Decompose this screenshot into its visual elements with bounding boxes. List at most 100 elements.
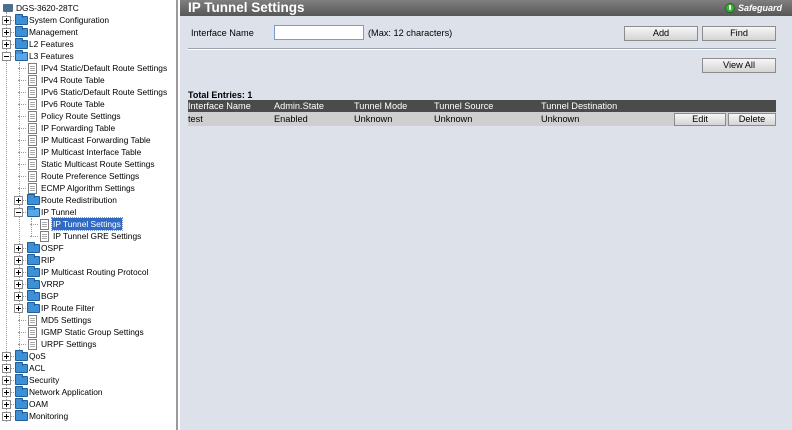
tree-item-ip-multicast-routing-protocol[interactable]: IP Multicast Routing Protocol — [0, 266, 176, 278]
tree-item-label: IP Tunnel Settings — [51, 217, 123, 231]
tree-item-ipv4-route-table[interactable]: IPv4 Route Table — [0, 74, 176, 86]
tree-item-qos[interactable]: QoS — [0, 350, 176, 362]
page-icon — [28, 171, 37, 182]
delete-button[interactable]: Delete — [728, 113, 776, 126]
tree-connector — [18, 140, 26, 141]
tree-item-ip-tunnel-settings[interactable]: IP Tunnel Settings — [0, 217, 176, 231]
safeguard-label: Safeguard — [737, 3, 782, 13]
expand-icon[interactable] — [2, 352, 11, 361]
tree-item-ip-multicast-forwarding-table[interactable]: IP Multicast Forwarding Table — [0, 134, 176, 146]
cell-tunnel-mode: Unknown — [354, 114, 393, 124]
tree-item-bgp[interactable]: BGP — [0, 290, 176, 302]
tree-item-ospf[interactable]: OSPF — [0, 242, 176, 254]
expand-icon[interactable] — [2, 40, 11, 49]
folder-icon — [27, 254, 40, 265]
page-icon — [28, 159, 37, 170]
column-interface-name: Interface Name — [188, 101, 251, 111]
tree-item-monitoring[interactable]: Monitoring — [0, 410, 176, 422]
edit-button[interactable]: Edit — [674, 113, 726, 126]
tree-item-route-preference-settings[interactable]: Route Preference Settings — [0, 170, 176, 182]
column-tunnel-source: Tunnel Source — [434, 101, 494, 111]
tree-item-ipv4-static-default-route-settings[interactable]: IPv4 Static/Default Route Settings — [0, 62, 176, 74]
expand-icon[interactable] — [2, 16, 11, 25]
tree-item-ecmp-algorithm-settings[interactable]: ECMP Algorithm Settings — [0, 182, 176, 194]
tree-item-label: IPv6 Route Table — [41, 99, 105, 109]
tree-connector — [18, 68, 26, 69]
tree-item-ipv6-static-default-route-settings[interactable]: IPv6 Static/Default Route Settings — [0, 86, 176, 98]
folder-icon — [15, 374, 28, 385]
tree-item-label: IP Forwarding Table — [41, 123, 116, 133]
tree-item-ip-tunnel-gre-settings[interactable]: IP Tunnel GRE Settings — [0, 230, 176, 242]
page-icon — [28, 75, 37, 86]
power-icon — [724, 3, 735, 13]
tree-item-management[interactable]: Management — [0, 26, 176, 38]
collapse-icon[interactable] — [2, 52, 11, 61]
folder-icon — [27, 302, 40, 313]
tree-connector — [18, 92, 26, 93]
tree-connector — [18, 176, 26, 177]
tree-item-route-redistribution[interactable]: Route Redistribution — [0, 194, 176, 206]
switch-icon — [3, 4, 13, 12]
tree-item-static-multicast-route-settings[interactable]: Static Multicast Route Settings — [0, 158, 176, 170]
folder-icon — [15, 398, 28, 409]
tunnel-table: Interface Name Admin.State Tunnel Mode T… — [188, 100, 776, 126]
tree-item-urpf-settings[interactable]: URPF Settings — [0, 338, 176, 350]
expand-icon[interactable] — [2, 400, 11, 409]
tree-item-l3-features[interactable]: L3 Features — [0, 50, 176, 62]
title-bar: IP Tunnel Settings Safeguard — [180, 0, 792, 16]
tree-item-ip-tunnel[interactable]: IP Tunnel — [0, 206, 176, 218]
expand-icon[interactable] — [14, 292, 23, 301]
tree-item-policy-route-settings[interactable]: Policy Route Settings — [0, 110, 176, 122]
tree-item-acl[interactable]: ACL — [0, 362, 176, 374]
expand-icon[interactable] — [14, 304, 23, 313]
tree-item-security[interactable]: Security — [0, 374, 176, 386]
cell-tunnel-source: Unknown — [434, 114, 473, 124]
cell-interface-name: test — [188, 114, 203, 124]
column-tunnel-destination: Tunnel Destination — [541, 101, 618, 111]
view-all-button[interactable]: View All — [702, 58, 776, 73]
expand-icon[interactable] — [14, 268, 23, 277]
tree-connector — [18, 164, 26, 165]
tree-connector — [18, 80, 26, 81]
expand-icon[interactable] — [2, 364, 11, 373]
tree-item-ipv6-route-table[interactable]: IPv6 Route Table — [0, 98, 176, 110]
expand-icon[interactable] — [14, 196, 23, 205]
page-icon — [40, 219, 49, 230]
tree-item-label: ECMP Algorithm Settings — [41, 183, 135, 193]
expand-icon[interactable] — [14, 280, 23, 289]
find-button[interactable]: Find — [702, 26, 776, 41]
tree-connector — [18, 344, 26, 345]
expand-icon[interactable] — [2, 388, 11, 397]
tree-item-label: QoS — [29, 351, 46, 361]
tree-item-system-configuration[interactable]: System Configuration — [0, 14, 176, 26]
collapse-icon[interactable] — [14, 208, 23, 217]
tree-item-rip[interactable]: RIP — [0, 254, 176, 266]
interface-name-input[interactable] — [274, 25, 364, 40]
expand-icon[interactable] — [2, 28, 11, 37]
expand-icon[interactable] — [2, 376, 11, 385]
tree-item-ip-multicast-interface-table[interactable]: IP Multicast Interface Table — [0, 146, 176, 158]
tree-item-vrrp[interactable]: VRRP — [0, 278, 176, 290]
tree-item-label: Policy Route Settings — [41, 111, 121, 121]
tree-item-oam[interactable]: OAM — [0, 398, 176, 410]
tree-item-label: MD5 Settings — [41, 315, 92, 325]
tree-item-l2-features[interactable]: L2 Features — [0, 38, 176, 50]
expand-icon[interactable] — [14, 244, 23, 253]
expand-icon[interactable] — [14, 256, 23, 265]
table-row: test Enabled Unknown Unknown Unknown Edi… — [188, 112, 776, 126]
navigation-tree[interactable]: DGS-3620-28TC System Configuration Managem… — [0, 0, 178, 430]
folder-icon — [15, 386, 28, 397]
folder-open-icon — [15, 50, 28, 61]
tree-root[interactable]: DGS-3620-28TC — [0, 2, 176, 14]
add-button[interactable]: Add — [624, 26, 698, 41]
tree-root-label: DGS-3620-28TC — [16, 3, 79, 13]
tree-item-ip-forwarding-table[interactable]: IP Forwarding Table — [0, 122, 176, 134]
tree-item-md5-settings[interactable]: MD5 Settings — [0, 314, 176, 326]
page-icon — [28, 111, 37, 122]
page-icon — [28, 147, 37, 158]
tree-item-network-application[interactable]: Network Application — [0, 386, 176, 398]
safeguard-badge: Safeguard — [723, 2, 786, 14]
tree-item-igmp-static-group-settings[interactable]: IGMP Static Group Settings — [0, 326, 176, 338]
expand-icon[interactable] — [2, 412, 11, 421]
tree-item-ip-route-filter[interactable]: IP Route Filter — [0, 302, 176, 314]
